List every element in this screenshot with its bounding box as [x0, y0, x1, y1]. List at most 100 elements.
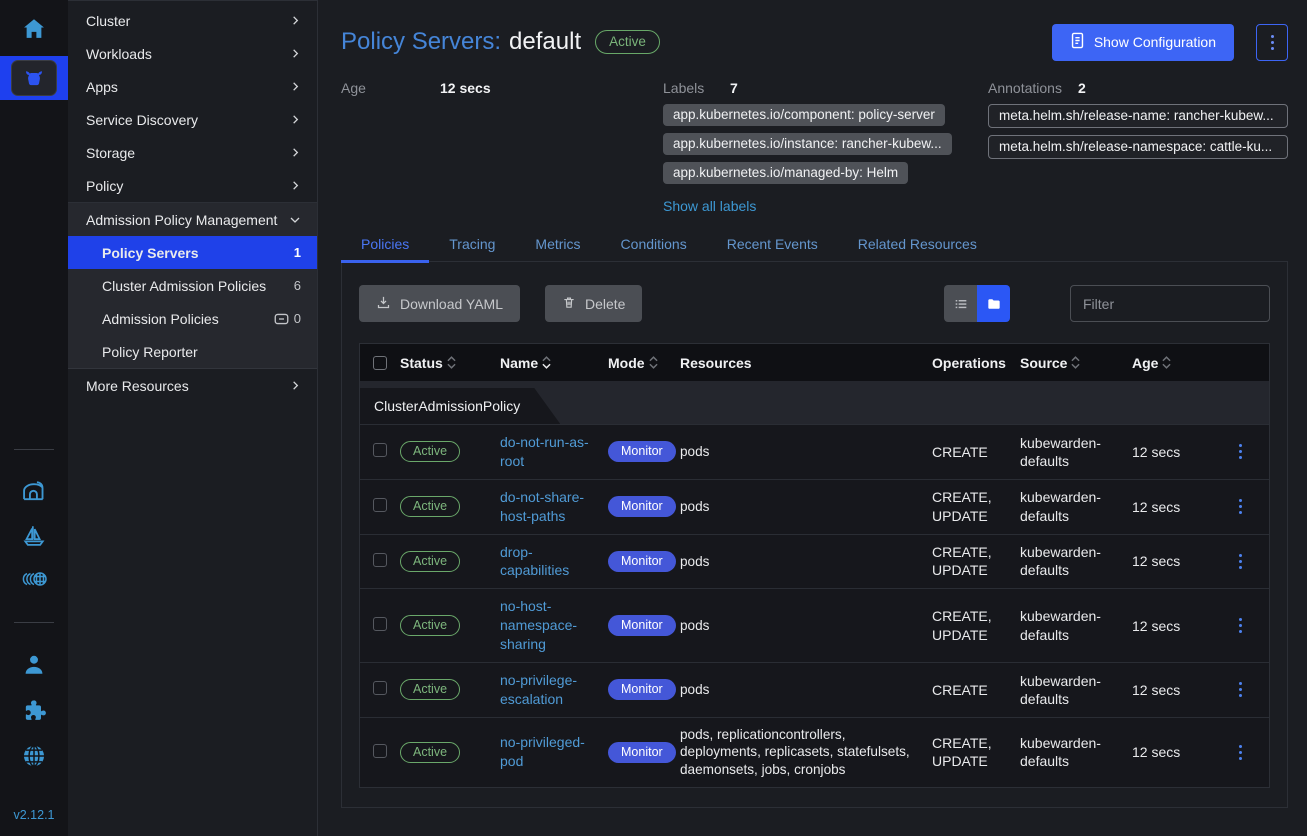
page-title-type[interactable]: Policy Servers: [341, 28, 501, 56]
sidebar-item-service-discovery[interactable]: Service Discovery [68, 103, 317, 136]
source-cell: kubewarden-defaults [1020, 543, 1132, 579]
row-checkbox[interactable] [373, 498, 387, 512]
row-checkbox[interactable] [373, 681, 387, 695]
row-actions-kebab-icon[interactable] [1230, 745, 1250, 760]
sidebar-item-label: Storage [86, 145, 290, 161]
sidebar-item-cluster[interactable]: Cluster [68, 4, 317, 37]
operations-cell: CREATE, UPDATE [932, 607, 1020, 643]
row-age-cell: 12 secs [1132, 618, 1230, 634]
tab-policies[interactable]: Policies [341, 226, 429, 261]
sort-arrows-icon [447, 356, 456, 369]
policy-name-link[interactable]: do-not-run-as-root [500, 433, 598, 471]
sidebar-item-policy[interactable]: Policy [68, 169, 317, 202]
column-header-label: Status [400, 355, 443, 371]
sidebar-item-apps[interactable]: Apps [68, 70, 317, 103]
sidebar-item-workloads[interactable]: Workloads [68, 37, 317, 70]
policy-name-link[interactable]: no-privileged-pod [500, 733, 598, 771]
sidebar-item-more-resources[interactable]: More Resources [68, 369, 317, 402]
page-title-name: default [509, 28, 581, 56]
column-header-age[interactable]: Age [1132, 355, 1230, 371]
row-actions-kebab-icon[interactable] [1230, 618, 1250, 633]
sidebar-subitem-cluster-admission-policies[interactable]: Cluster Admission Policies 6 [68, 269, 317, 302]
sidebar-item-label: Workloads [86, 46, 290, 62]
sidebar-item-label: Apps [86, 79, 290, 95]
mode-badge: Monitor [608, 742, 676, 763]
column-header-name[interactable]: Name [500, 355, 608, 371]
column-header-source[interactable]: Source [1020, 355, 1132, 371]
longhorn-icon[interactable] [19, 566, 49, 597]
download-yaml-button[interactable]: Download YAML [359, 285, 520, 322]
resources-cell: pods [680, 443, 932, 461]
cluster-manager-icon [11, 60, 57, 96]
table-group-row: ClusterAdmissionPolicy [360, 381, 1269, 424]
sidebar-group-header[interactable]: Admission Policy Management [68, 203, 317, 236]
annotation-pill: meta.helm.sh/release-namespace: cattle-k… [988, 135, 1288, 159]
user-icon[interactable] [20, 651, 48, 684]
header-actions-kebab-button[interactable] [1256, 24, 1288, 61]
label-pill: app.kubernetes.io/component: policy-serv… [663, 104, 945, 126]
chevron-right-icon [290, 81, 301, 92]
mode-badge: Monitor [608, 551, 676, 572]
chevron-down-icon [289, 214, 301, 226]
row-checkbox[interactable] [373, 443, 387, 457]
tab-recent-events[interactable]: Recent Events [707, 226, 838, 261]
sidebar-subitem-label: Policy Servers [102, 245, 294, 261]
delete-button[interactable]: Delete [545, 285, 642, 322]
row-age-cell: 12 secs [1132, 553, 1230, 569]
labels-label: Labels [663, 80, 704, 96]
sidebar-subitem-count: 1 [294, 245, 301, 260]
list-view-button[interactable] [944, 285, 977, 322]
tab-metrics[interactable]: Metrics [515, 226, 600, 261]
sort-arrows-icon [1071, 356, 1080, 369]
chevron-right-icon [290, 15, 301, 26]
left-icon-rail: v2.12.1 [0, 0, 68, 836]
policy-name-link[interactable]: no-host-namespace-sharing [500, 597, 598, 654]
column-header-status[interactable]: Status [400, 355, 500, 371]
language-icon[interactable] [20, 742, 48, 775]
column-header-operations[interactable]: Operations [932, 355, 1020, 371]
sidebar-subitem-label: Policy Reporter [102, 344, 301, 360]
version-label: v2.12.1 [0, 808, 68, 822]
column-header-resources[interactable]: Resources [680, 355, 932, 371]
row-checkbox[interactable] [373, 553, 387, 567]
tab-related-resources[interactable]: Related Resources [838, 226, 997, 261]
row-actions-kebab-icon[interactable] [1230, 444, 1250, 459]
filter-input[interactable] [1070, 285, 1270, 322]
row-checkbox[interactable] [373, 617, 387, 631]
sort-arrows-icon [542, 356, 551, 369]
rail-item-cluster-selected[interactable] [0, 56, 68, 100]
column-header-mode[interactable]: Mode [608, 355, 680, 371]
policy-name-link[interactable]: no-privilege-escalation [500, 671, 598, 709]
select-all-checkbox[interactable] [373, 356, 387, 370]
resources-cell: pods [680, 498, 932, 516]
sidebar-subitem-admission-policies[interactable]: Admission Policies 0 [68, 302, 317, 335]
harvester-icon[interactable] [20, 477, 48, 510]
resources-cell: pods, replicationcontrollers, deployment… [680, 726, 932, 779]
tab-conditions[interactable]: Conditions [601, 226, 707, 261]
status-badge: Active [595, 30, 660, 54]
policy-name-link[interactable]: drop-capabilities [500, 543, 598, 581]
show-configuration-button[interactable]: Show Configuration [1052, 24, 1234, 61]
policy-name-link[interactable]: do-not-share-host-paths [500, 488, 598, 526]
extensions-icon[interactable] [20, 697, 48, 730]
fleet-icon[interactable] [20, 521, 48, 554]
row-actions-kebab-icon[interactable] [1230, 554, 1250, 569]
chevron-right-icon [290, 114, 301, 125]
table-header-row: Status Name Mode Resources Operations So… [360, 344, 1269, 381]
sidebar-group-label: Admission Policy Management [86, 212, 289, 228]
page-header: Policy Servers: default Active Show Conf… [341, 22, 1288, 62]
source-cell: kubewarden-defaults [1020, 434, 1132, 470]
sidebar-subitem-policy-servers[interactable]: Policy Servers 1 [68, 236, 317, 269]
sidebar-subitem-policy-reporter[interactable]: Policy Reporter [68, 335, 317, 368]
row-actions-kebab-icon[interactable] [1230, 499, 1250, 514]
tab-tracing[interactable]: Tracing [429, 226, 515, 261]
home-icon[interactable] [21, 16, 47, 47]
row-status-badge: Active [400, 496, 460, 517]
sidebar-item-storage[interactable]: Storage [68, 136, 317, 169]
view-toggle-group [944, 285, 1010, 322]
sidebar-subitem-count: 0 [294, 311, 301, 326]
row-actions-kebab-icon[interactable] [1230, 682, 1250, 697]
show-all-labels-link[interactable]: Show all labels [663, 198, 756, 214]
row-checkbox[interactable] [373, 744, 387, 758]
grouped-view-button[interactable] [977, 285, 1010, 322]
